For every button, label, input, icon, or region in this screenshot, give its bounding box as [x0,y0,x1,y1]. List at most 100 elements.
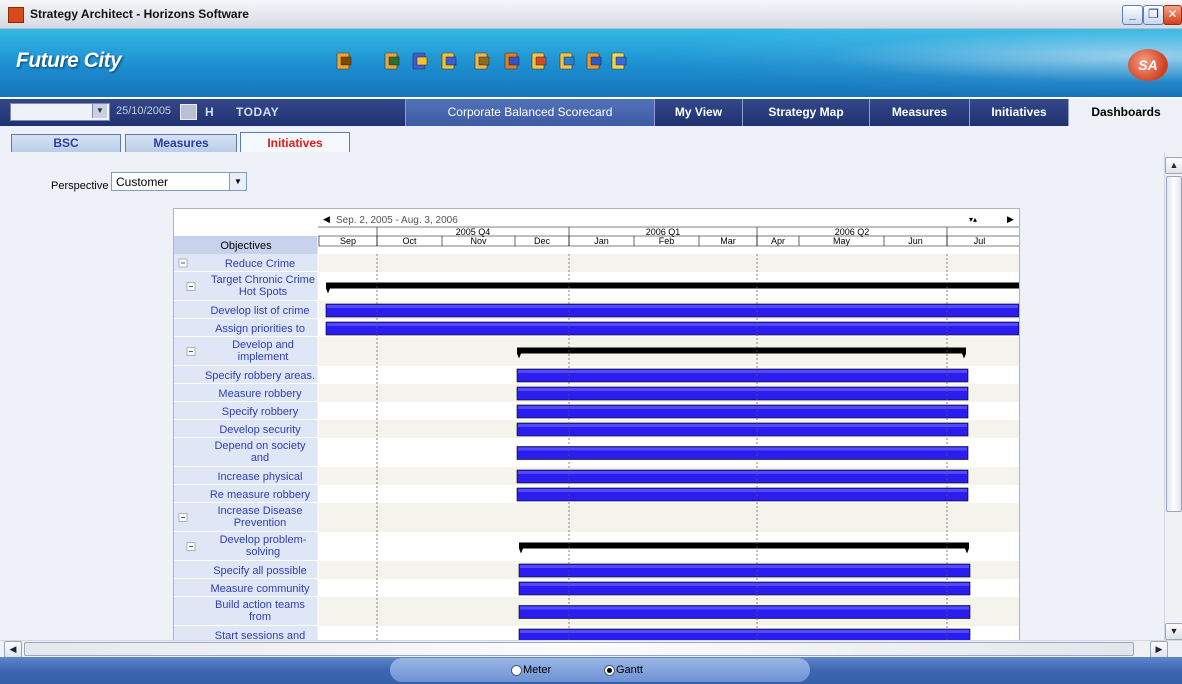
timeline-row-bg [318,254,1019,272]
runner-icon[interactable] [334,51,354,71]
objective-label: Depend on society [214,440,306,452]
objective-label: Start sessions and [215,630,306,640]
sa-logo: SA [1128,49,1168,81]
lightbulb-icon[interactable] [609,51,629,71]
close-button[interactable]: ✕ [1163,5,1182,25]
objective-label: Re measure robbery [210,489,311,501]
timeline-forward-arrow: ▶ [1007,214,1014,224]
meter-label: Meter [523,664,552,676]
tab-my-view[interactable]: My View [654,99,742,126]
gantt-label: Gantt [616,664,643,676]
today-button[interactable]: TODAY [236,105,279,119]
book-icon[interactable] [502,51,522,71]
month-label: Feb [659,236,675,246]
sub-tab-bar: BSC Measures Initiatives [0,126,1182,154]
task-bar-highlight [520,565,969,568]
window-title: Strategy Architect - Horizons Software [30,7,249,21]
restore-button[interactable]: ❐ [1143,5,1164,25]
month-label: May [833,236,851,246]
report-icon[interactable] [472,51,492,71]
objective-label: Reduce Crime [225,258,295,270]
app-banner: Future City SA [0,29,1182,97]
tab-strategy-map[interactable]: Strategy Map [742,99,869,126]
month-label: Jan [594,236,609,246]
scroll-down-icon[interactable]: ▼ [1165,623,1182,640]
objectives-header: Objectives [220,240,272,252]
vertical-scrollbar[interactable]: ▲ ▼ [1164,152,1182,640]
gantt-chart: ◀ Sep. 2, 2005 - Aug. 3, 2006 ▾▴ ▶ Objective… [173,208,1020,640]
summary-bar [517,347,966,354]
content-area: Perspective : Customer ▼ ◀ Sep. 2, 2005 -… [0,152,1164,640]
footer-bar: Meter Gantt [0,657,1182,684]
tab-measures[interactable]: Measures [869,99,969,126]
timeline-zoom-icon: ▾▴ [969,215,977,224]
task-bar-highlight [518,388,967,391]
objective-label: Hot Spots [239,286,288,298]
task-bar-highlight [518,406,967,409]
scroll-right-icon[interactable]: ▶ [1150,641,1168,658]
objective-label: solving [246,546,280,558]
h-button[interactable]: H [205,105,214,119]
subtab-bsc[interactable]: BSC [11,134,121,152]
date-dropdown-arrow-icon[interactable]: ▼ [92,104,107,118]
objective-label: Develop problem- [220,534,307,546]
subtab-initiatives[interactable]: Initiatives [240,132,350,154]
gantt-header-bg [174,209,1019,239]
scroll-up-icon[interactable]: ▲ [1165,157,1182,174]
calendar-icon[interactable] [180,104,197,120]
search-report-icon[interactable] [529,51,549,71]
objective-label: Develop and [232,339,294,351]
transfer-icon[interactable] [557,51,577,71]
horizontal-scrollbar[interactable]: ◀ ▶ [0,640,1182,658]
tab-dashboards[interactable]: Dashboards [1068,99,1182,126]
task-bar-highlight [520,606,969,610]
month-label: Sep [340,236,356,246]
task-bar-highlight [327,305,1018,308]
timeline-range-label: Sep. 2, 2005 - Aug. 3, 2006 [336,215,458,226]
forward-icon[interactable] [439,51,459,71]
perspective-label: Perspective : [51,180,115,192]
task-bar-highlight [518,370,967,373]
summary-bar [519,542,969,549]
task-bar-highlight [520,630,969,633]
nav-bar: ▼ 25/10/2005 H TODAY Corporate Balanced … [0,99,1182,126]
task-bar-highlight [327,323,1018,326]
app-icon [8,7,24,23]
month-label: Oct [402,236,417,246]
minimize-button[interactable]: _ [1122,5,1143,25]
tab-corporate-balanced-scorecard[interactable]: Corporate Balanced Scorecard [405,99,654,126]
timeline-row-bg [318,503,1019,532]
back-icon[interactable] [410,51,430,71]
task-bar-highlight [518,489,967,492]
scroll-left-icon[interactable]: ◀ [4,641,22,658]
objective-label: Measure robbery [218,388,302,400]
perspective-select[interactable]: Customer ▼ [111,172,247,191]
objective-label: implement [238,351,289,363]
objective-label: Build action teams [215,599,305,611]
objective-label: Specify robbery [222,406,299,418]
month-label: Apr [771,236,785,246]
objective-label: Specify all possible [213,565,307,577]
gantt-radio[interactable] [604,665,615,676]
tab-initiatives[interactable]: Initiatives [969,99,1068,126]
date-value: 25/10/2005 [116,105,172,117]
month-label: Nov [470,236,487,246]
brand-title: Future City [16,49,122,72]
month-label: Jun [908,236,923,246]
objective-label: and [251,452,269,464]
task-bar-highlight [520,583,969,586]
objective-label: Target Chronic Crime [211,274,315,286]
perspective-value: Customer [116,175,169,189]
chevron-down-icon[interactable]: ▼ [229,173,246,190]
horizontal-scroll-thumb[interactable] [24,642,1134,656]
objective-label: Assign priorities to [215,323,305,335]
subtab-measures[interactable]: Measures [125,134,237,152]
objective-label: Develop security [219,424,301,436]
meter-radio[interactable] [511,665,522,676]
objective-label: Measure community [210,583,310,595]
export-icon[interactable] [382,51,402,71]
vertical-scroll-thumb[interactable] [1166,176,1182,512]
objective-label: from [249,611,271,623]
task-bar-highlight [518,447,967,451]
web-icon[interactable] [584,51,604,71]
